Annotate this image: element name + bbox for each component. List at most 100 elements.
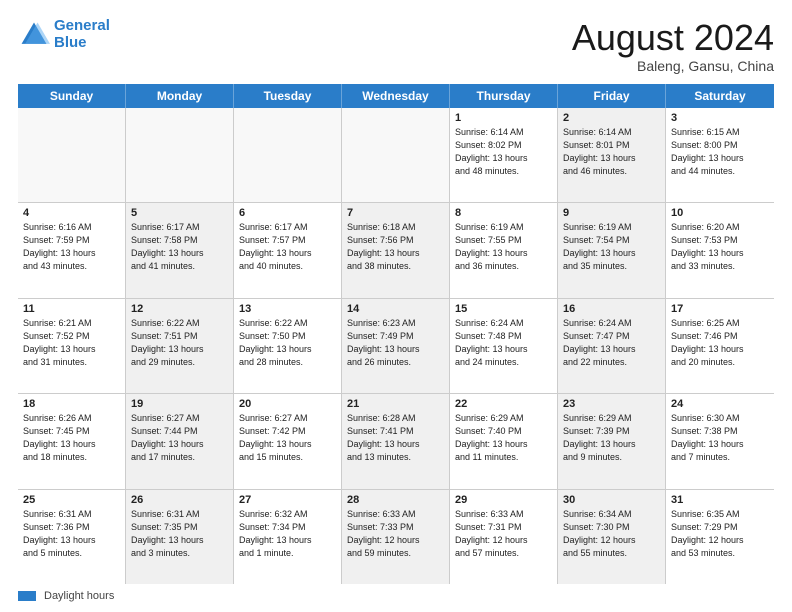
cell-info: Sunrise: 6:28 AM Sunset: 7:41 PM Dayligh…: [347, 412, 444, 464]
calendar-cell: 10 Sunrise: 6:20 AM Sunset: 7:53 PM Dayli…: [666, 203, 774, 297]
calendar-cell: [18, 108, 126, 202]
calendar-cell: 13Sunrise: 6:22 AM Sunset: 7:50 PM Dayli…: [234, 299, 342, 393]
page-header: General Blue August 2024 Baleng, Gansu, …: [18, 18, 774, 74]
cell-info: Sunrise: 6:14 AM Sunset: 8:02 PM Dayligh…: [455, 126, 552, 178]
day-number: 10: [671, 207, 769, 219]
day-number: 5: [131, 207, 228, 219]
day-number: 24: [671, 398, 769, 410]
calendar-cell: 11 Sunrise: 6:21 AM Sunset: 7:52 PM Dayli…: [18, 299, 126, 393]
cell-info: Sunrise: 6:17 AM Sunset: 7:58 PM Dayligh…: [131, 221, 228, 273]
day-number: 6: [239, 207, 336, 219]
calendar-cell: 19 Sunrise: 6:27 AM Sunset: 7:44 PM Dayli…: [126, 394, 234, 488]
calendar-cell: [234, 108, 342, 202]
cell-info: Sunrise: 6:20 AM Sunset: 7:53 PM Dayligh…: [671, 221, 769, 273]
calendar-body: 1 Sunrise: 6:14 AM Sunset: 8:02 PM Daylig…: [18, 108, 774, 584]
day-number: 25: [23, 494, 120, 506]
header-day-thursday: Thursday: [450, 84, 558, 108]
cell-info: Sunrise: 6:19 AM Sunset: 7:54 PM Dayligh…: [563, 221, 660, 273]
cell-info: Sunrise: 6:15 AM Sunset: 8:00 PM Dayligh…: [671, 126, 769, 178]
day-number: 8: [455, 207, 552, 219]
calendar-row-2: 4 Sunrise: 6:16 AM Sunset: 7:59 PM Daylig…: [18, 203, 774, 298]
logo-text: General Blue: [54, 18, 110, 51]
day-number: 17: [671, 303, 769, 315]
calendar-row-1: 1 Sunrise: 6:14 AM Sunset: 8:02 PM Daylig…: [18, 108, 774, 203]
day-number: 4: [23, 207, 120, 219]
calendar-cell: 22 Sunrise: 6:29 AM Sunset: 7:40 PM Dayli…: [450, 394, 558, 488]
calendar-cell: 12Sunrise: 6:22 AM Sunset: 7:51 PM Dayli…: [126, 299, 234, 393]
header-day-monday: Monday: [126, 84, 234, 108]
logo: General Blue: [18, 18, 110, 51]
day-number: 18: [23, 398, 120, 410]
title-block: August 2024 Baleng, Gansu, China: [572, 18, 774, 74]
day-number: 12: [131, 303, 228, 315]
calendar-cell: 1 Sunrise: 6:14 AM Sunset: 8:02 PM Daylig…: [450, 108, 558, 202]
logo-icon: [18, 19, 50, 51]
calendar-cell: 28Sunrise: 6:33 AM Sunset: 7:33 PM Dayli…: [342, 490, 450, 584]
cell-info: Sunrise: 6:29 AM Sunset: 7:40 PM Dayligh…: [455, 412, 552, 464]
cell-info: Sunrise: 6:23 AM Sunset: 7:49 PM Dayligh…: [347, 317, 444, 369]
logo-line2: Blue: [54, 34, 87, 51]
day-number: 20: [239, 398, 336, 410]
cell-info: Sunrise: 6:24 AM Sunset: 7:47 PM Dayligh…: [563, 317, 660, 369]
day-number: 26: [131, 494, 228, 506]
calendar-cell: [126, 108, 234, 202]
calendar-cell: 26Sunrise: 6:31 AM Sunset: 7:35 PM Dayli…: [126, 490, 234, 584]
day-number: 15: [455, 303, 552, 315]
day-number: 11: [23, 303, 120, 315]
header-day-friday: Friday: [558, 84, 666, 108]
calendar-cell: 20 Sunrise: 6:27 AM Sunset: 7:42 PM Dayli…: [234, 394, 342, 488]
calendar-cell: 23 Sunrise: 6:29 AM Sunset: 7:39 PM Dayli…: [558, 394, 666, 488]
calendar-cell: 7 Sunrise: 6:18 AM Sunset: 7:56 PM Daylig…: [342, 203, 450, 297]
footer: Daylight hours: [18, 590, 774, 602]
day-number: 9: [563, 207, 660, 219]
day-number: 21: [347, 398, 444, 410]
cell-info: Sunrise: 6:18 AM Sunset: 7:56 PM Dayligh…: [347, 221, 444, 273]
location: Baleng, Gansu, China: [572, 58, 774, 74]
day-number: 2: [563, 112, 660, 124]
calendar-row-4: 18 Sunrise: 6:26 AM Sunset: 7:45 PM Dayli…: [18, 394, 774, 489]
day-number: 19: [131, 398, 228, 410]
cell-info: Sunrise: 6:14 AM Sunset: 8:01 PM Dayligh…: [563, 126, 660, 178]
day-number: 28: [347, 494, 444, 506]
cell-info: Sunrise: 6:35 AM Sunset: 7:29 PM Dayligh…: [671, 508, 769, 560]
cell-info: Sunrise: 6:16 AM Sunset: 7:59 PM Dayligh…: [23, 221, 120, 273]
day-number: 22: [455, 398, 552, 410]
cell-info: Sunrise: 6:33 AM Sunset: 7:31 PM Dayligh…: [455, 508, 552, 560]
calendar-cell: 18 Sunrise: 6:26 AM Sunset: 7:45 PM Dayli…: [18, 394, 126, 488]
calendar-cell: 6Sunrise: 6:17 AM Sunset: 7:57 PM Daylig…: [234, 203, 342, 297]
cell-info: Sunrise: 6:29 AM Sunset: 7:39 PM Dayligh…: [563, 412, 660, 464]
calendar-cell: 2 Sunrise: 6:14 AM Sunset: 8:01 PM Daylig…: [558, 108, 666, 202]
daylight-label: Daylight hours: [44, 590, 114, 602]
cell-info: Sunrise: 6:30 AM Sunset: 7:38 PM Dayligh…: [671, 412, 769, 464]
header-day-wednesday: Wednesday: [342, 84, 450, 108]
cell-info: Sunrise: 6:22 AM Sunset: 7:50 PM Dayligh…: [239, 317, 336, 369]
header-day-sunday: Sunday: [18, 84, 126, 108]
calendar-cell: 5 Sunrise: 6:17 AM Sunset: 7:58 PM Daylig…: [126, 203, 234, 297]
cell-info: Sunrise: 6:31 AM Sunset: 7:36 PM Dayligh…: [23, 508, 120, 560]
cell-info: Sunrise: 6:21 AM Sunset: 7:52 PM Dayligh…: [23, 317, 120, 369]
day-number: 1: [455, 112, 552, 124]
calendar-cell: 17Sunrise: 6:25 AM Sunset: 7:46 PM Dayli…: [666, 299, 774, 393]
day-number: 3: [671, 112, 769, 124]
header-day-tuesday: Tuesday: [234, 84, 342, 108]
day-number: 7: [347, 207, 444, 219]
cell-info: Sunrise: 6:34 AM Sunset: 7:30 PM Dayligh…: [563, 508, 660, 560]
cell-info: Sunrise: 6:24 AM Sunset: 7:48 PM Dayligh…: [455, 317, 552, 369]
calendar-cell: 27Sunrise: 6:32 AM Sunset: 7:34 PM Dayli…: [234, 490, 342, 584]
cell-info: Sunrise: 6:27 AM Sunset: 7:42 PM Dayligh…: [239, 412, 336, 464]
calendar-cell: 30Sunrise: 6:34 AM Sunset: 7:30 PM Dayli…: [558, 490, 666, 584]
day-number: 23: [563, 398, 660, 410]
calendar-cell: 21 Sunrise: 6:28 AM Sunset: 7:41 PM Dayli…: [342, 394, 450, 488]
calendar-cell: 14Sunrise: 6:23 AM Sunset: 7:49 PM Dayli…: [342, 299, 450, 393]
calendar-cell: 3 Sunrise: 6:15 AM Sunset: 8:00 PM Daylig…: [666, 108, 774, 202]
cell-info: Sunrise: 6:26 AM Sunset: 7:45 PM Dayligh…: [23, 412, 120, 464]
calendar-cell: 4 Sunrise: 6:16 AM Sunset: 7:59 PM Daylig…: [18, 203, 126, 297]
calendar-cell: 31Sunrise: 6:35 AM Sunset: 7:29 PM Dayli…: [666, 490, 774, 584]
cell-info: Sunrise: 6:27 AM Sunset: 7:44 PM Dayligh…: [131, 412, 228, 464]
day-number: 16: [563, 303, 660, 315]
calendar-cell: 15 Sunrise: 6:24 AM Sunset: 7:48 PM Dayli…: [450, 299, 558, 393]
logo-line1: General: [54, 17, 110, 34]
cell-info: Sunrise: 6:19 AM Sunset: 7:55 PM Dayligh…: [455, 221, 552, 273]
calendar-header: SundayMondayTuesdayWednesdayThursdayFrid…: [18, 84, 774, 108]
day-number: 29: [455, 494, 552, 506]
